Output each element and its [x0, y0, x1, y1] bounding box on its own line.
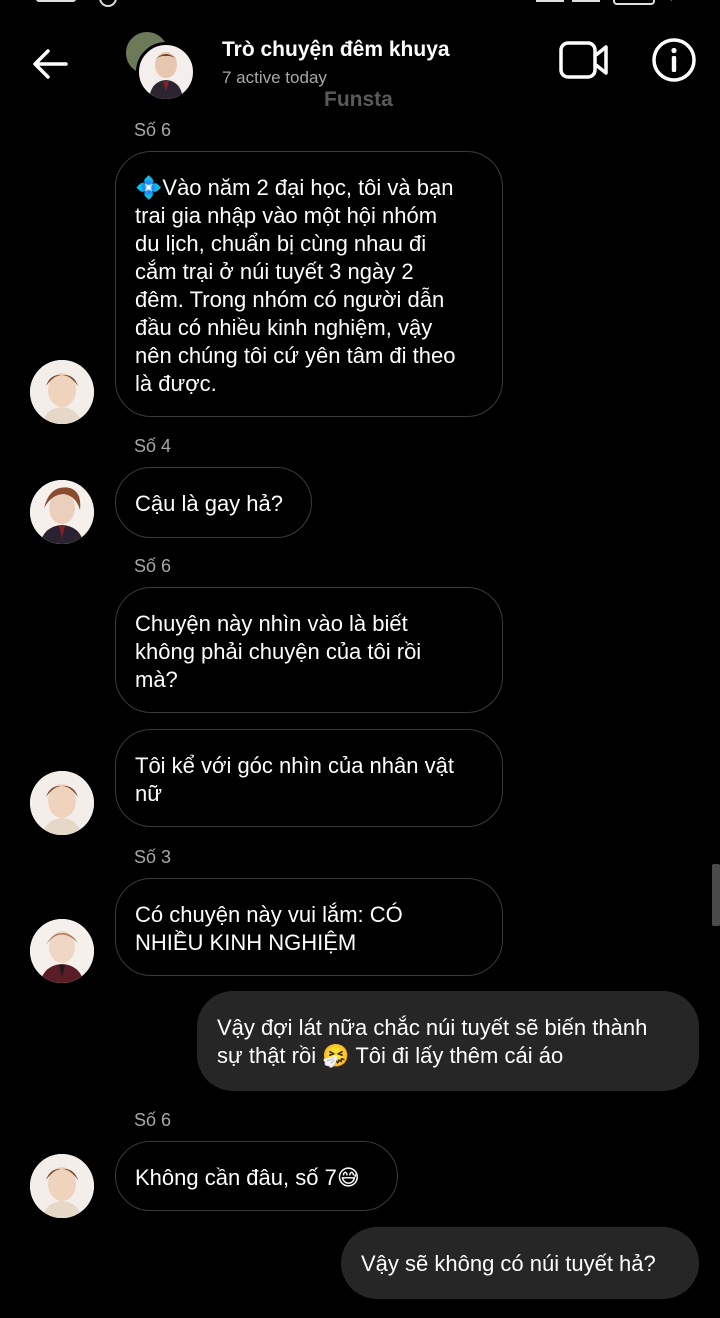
- message-bubble[interactable]: Tôi kể với góc nhìn của nhân vật nữ: [115, 729, 503, 827]
- avatar[interactable]: [30, 480, 94, 544]
- funsta-label: Funsta: [324, 88, 393, 111]
- arrow-left-icon[interactable]: [28, 42, 72, 86]
- chat-title[interactable]: Trò chuyện đêm khuya: [222, 38, 450, 62]
- sender-name: Số 3: [134, 847, 172, 867]
- status-icons-right: [536, 0, 672, 5]
- status-bar: [0, 0, 720, 14]
- avatar-photo: [30, 919, 94, 983]
- sent-message-bubble[interactable]: Vậy sẽ không có núi tuyết hả?: [341, 1227, 699, 1299]
- group-avatar[interactable]: [124, 30, 196, 102]
- scrollbar-handle[interactable]: [712, 864, 720, 926]
- group-avatar-front: [136, 42, 196, 102]
- avatar[interactable]: [30, 1154, 94, 1218]
- sent-message-bubble[interactable]: Vậy đợi lát nữa chắc núi tuyết sẽ biến t…: [197, 991, 699, 1091]
- message-bubble[interactable]: Không cần đâu, số 7😅: [115, 1141, 398, 1211]
- sender-name: Số 4: [134, 436, 172, 456]
- chat-header: Trò chuyện đêm khuya 7 active today Funs…: [0, 14, 720, 114]
- avatar-photo: [30, 360, 94, 424]
- video-camera-icon[interactable]: [558, 38, 610, 82]
- sender-name: Số 6: [134, 120, 172, 140]
- status-icons-left: [36, 0, 117, 7]
- avatar[interactable]: [30, 360, 94, 424]
- avatar[interactable]: [30, 919, 94, 983]
- message-bubble[interactable]: Cậu là gay hả?: [115, 467, 312, 538]
- sender-name: Số 6: [134, 1110, 172, 1130]
- avatar-photo: [30, 480, 94, 544]
- active-status: 7 active today: [222, 68, 327, 87]
- info-icon[interactable]: [650, 36, 698, 84]
- avatar-photo: [30, 1154, 94, 1218]
- message-bubble[interactable]: Chuyện này nhìn vào là biết không phải c…: [115, 587, 503, 713]
- person-icon: [149, 52, 183, 99]
- avatar-photo: [30, 771, 94, 835]
- message-bubble[interactable]: Có chuyện này vui lắm: CÓ NHIỀU KINH NGH…: [115, 878, 503, 976]
- sender-name: Số 6: [134, 556, 172, 576]
- avatar[interactable]: [30, 771, 94, 835]
- message-bubble[interactable]: 💠Vào năm 2 đại học, tôi và bạn trai gia …: [115, 151, 503, 417]
